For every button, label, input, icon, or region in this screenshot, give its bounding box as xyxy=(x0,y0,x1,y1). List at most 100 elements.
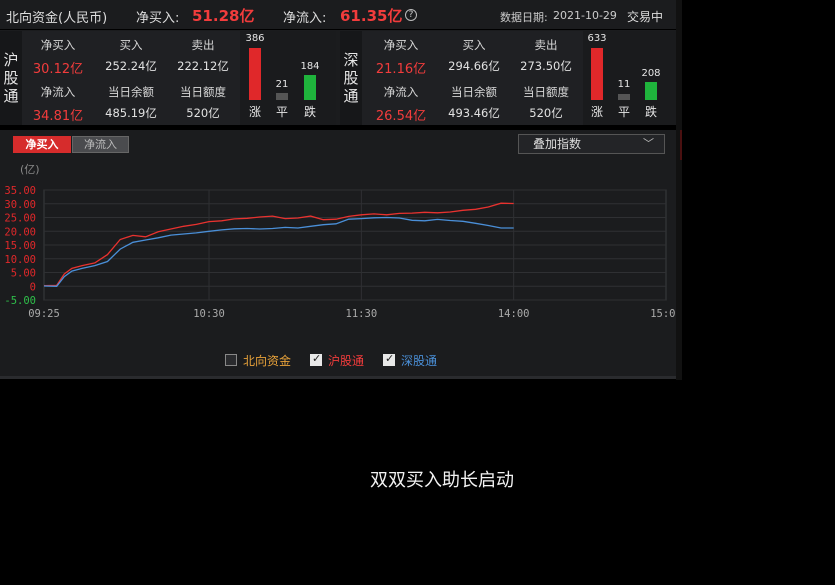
y-axis-unit: (亿) xyxy=(20,163,40,176)
sh-connect-block: 沪 股 通 净买入 30.12亿 买入 252.24亿 卖出 222.12亿 净… xyxy=(0,31,336,125)
header-bar: 北向资金(人民币) 净买入: 51.28亿 净流入: 61.35亿 ? 数据日期… xyxy=(0,0,676,30)
legend-checkbox-north[interactable] xyxy=(225,354,237,366)
sh-down-bar xyxy=(304,75,316,100)
sh-balance-label: 当日余额 xyxy=(108,85,154,99)
help-icon[interactable]: ? xyxy=(405,9,417,21)
sh-buy-label: 买入 xyxy=(119,38,143,52)
sz-net-buy-label: 净买入 xyxy=(383,38,419,52)
sz-balance: 当日余额 493.46亿 xyxy=(438,78,510,124)
sz-flat-count: 11 xyxy=(617,79,631,90)
legend-item-north[interactable]: 北向资金 xyxy=(225,352,291,368)
sh-char-3: 通 xyxy=(3,87,19,105)
y-tick-label: 15.00 xyxy=(4,240,36,252)
sh-flat-bar xyxy=(276,93,288,100)
tab-net-buy[interactable]: 净买入 xyxy=(13,136,71,153)
sh-connect-label: 沪 股 通 xyxy=(0,31,22,125)
trading-status: 交易中 xyxy=(627,10,664,24)
legend-checkbox-sz[interactable] xyxy=(383,352,395,366)
sz-net-inflow-label: 净流入 xyxy=(383,85,419,99)
sh-balance: 当日余额 485.19亿 xyxy=(95,78,167,124)
sh-net-inflow-value: 34.81亿 xyxy=(32,109,84,124)
sh-char-1: 沪 xyxy=(3,51,19,69)
sh-quota: 当日额度 520亿 xyxy=(167,78,239,124)
series-line-sh xyxy=(43,202,514,287)
net-buy-label: 净买入: xyxy=(136,11,180,26)
sh-net-buy-label: 净买入 xyxy=(40,38,76,52)
sz-down-count: 208 xyxy=(641,68,661,79)
sz-flat-label: 平 xyxy=(617,105,630,119)
overlay-index-dropdown[interactable]: 叠加指数 ﹀ xyxy=(518,134,665,154)
tab-net-inflow[interactable]: 净流入 xyxy=(72,136,129,153)
y-tick-label: 30.00 xyxy=(4,199,36,211)
chart-plot: 35.00 30.00 25.0020.00 15.00 10.00 5.000 -5.00… xyxy=(4,163,676,320)
sz-net-inflow-value: 26.54亿 xyxy=(375,109,427,124)
page-title: 北向资金(人民币) xyxy=(6,11,108,26)
sh-net-inflow-label: 净流入 xyxy=(40,85,76,99)
net-inflow-label: 净流入: xyxy=(283,11,327,26)
y-tick-label: 5.00 xyxy=(11,268,36,280)
legend-checkbox-sh[interactable] xyxy=(310,352,322,366)
sz-char-1: 深 xyxy=(343,51,359,69)
sz-buy-label: 买入 xyxy=(462,38,486,52)
sh-balance-value: 485.19亿 xyxy=(105,106,157,120)
sz-up-label: 涨 xyxy=(590,105,603,119)
sz-down-bar xyxy=(645,82,657,100)
sz-down-label: 跌 xyxy=(644,105,657,119)
sh-up-bar xyxy=(249,48,261,100)
sz-char-3: 通 xyxy=(343,87,359,105)
sz-net-buy: 净买入 21.16亿 xyxy=(365,31,437,77)
sh-net-inflow: 净流入 34.81亿 xyxy=(22,78,94,124)
sh-net-buy-value: 30.12亿 xyxy=(32,62,84,77)
sh-net-buy: 净买入 30.12亿 xyxy=(22,31,94,77)
sh-down-count: 184 xyxy=(300,61,320,72)
date-label: 数据日期: xyxy=(500,11,548,24)
sz-sell-value: 273.50亿 xyxy=(520,59,572,73)
sh-sell: 卖出 222.12亿 xyxy=(167,31,239,77)
sz-quota-label: 当日额度 xyxy=(523,85,569,99)
sh-sell-label: 卖出 xyxy=(191,38,215,52)
sh-buy-value: 252.24亿 xyxy=(105,59,157,73)
x-tick-label: 09:25 xyxy=(28,308,60,320)
legend-label-sz: 深股通 xyxy=(401,353,438,368)
section-divider xyxy=(0,125,676,130)
y-tick-label: 35.00 xyxy=(4,185,36,197)
legend-item-sh[interactable]: 沪股通 xyxy=(310,352,364,368)
sh-breadth: 386 涨 21 平 184 跌 xyxy=(240,31,336,125)
flow-chart: 35.00 30.00 25.0020.00 15.00 10.00 5.000 -5.00… xyxy=(4,163,676,320)
sh-down-label: 跌 xyxy=(303,105,316,119)
overlay-index-label: 叠加指数 xyxy=(533,137,582,151)
sz-flat-bar xyxy=(618,94,630,100)
sz-buy-value: 294.66亿 xyxy=(448,59,500,73)
y-tick-label: 0 xyxy=(30,281,36,293)
sz-up-count: 633 xyxy=(587,33,607,44)
y-tick-label: 25.00 xyxy=(4,213,36,225)
y-tick-label: 10.00 xyxy=(4,254,36,266)
sz-sell-label: 卖出 xyxy=(534,38,558,52)
series-line-sz xyxy=(43,216,514,287)
sz-char-2: 股 xyxy=(343,69,359,87)
sz-connect-block: 深 股 通 净买入 21.16亿 买入 294.66亿 卖出 273.50亿 净… xyxy=(340,31,676,125)
x-tick-label: 14:00 xyxy=(498,308,530,320)
sz-up-bar xyxy=(591,48,603,100)
sz-quota: 当日额度 520亿 xyxy=(510,78,582,124)
sz-balance-label: 当日余额 xyxy=(451,85,497,99)
edge-marker xyxy=(680,130,682,160)
sh-quota-label: 当日额度 xyxy=(180,85,226,99)
sz-sell: 卖出 273.50亿 xyxy=(510,31,582,77)
sz-breadth: 633 涨 11 平 208 跌 xyxy=(583,31,676,125)
sh-sell-value: 222.12亿 xyxy=(177,59,229,73)
y-tick-label: -5.00 xyxy=(4,295,36,307)
x-tick-label: 11:30 xyxy=(346,308,378,320)
caption-text: 双双买入助长启动 xyxy=(370,470,514,491)
legend-item-sz[interactable]: 深股通 xyxy=(383,352,437,368)
sz-buy: 买入 294.66亿 xyxy=(438,31,510,77)
x-tick-label: 10:30 xyxy=(193,308,225,320)
x-tick-label: 15:00 xyxy=(650,308,676,320)
y-tick-label: 20.00 xyxy=(4,226,36,238)
panel-edge xyxy=(676,0,682,380)
panel-bottom-border xyxy=(0,376,676,379)
legend-label-north: 北向资金 xyxy=(243,353,292,368)
legend-label-sh: 沪股通 xyxy=(328,353,365,368)
net-inflow-value: 61.35亿 xyxy=(340,7,403,25)
sh-char-2: 股 xyxy=(3,69,19,87)
